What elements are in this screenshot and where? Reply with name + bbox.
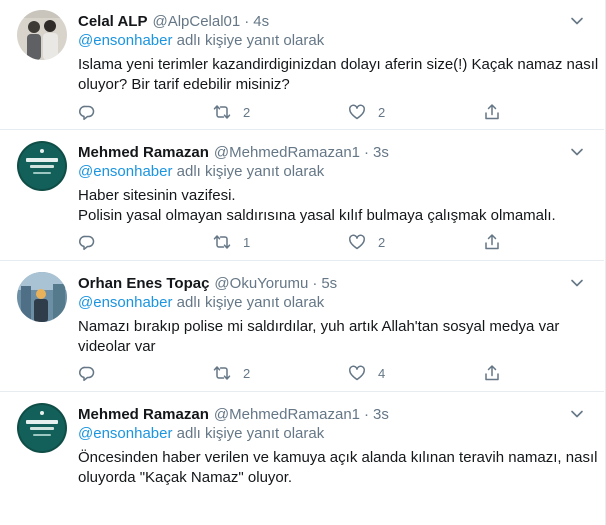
separator-dot: · [244, 12, 250, 30]
reply-context: @ensonhaber adlı kişiye yanıt olarak [78, 294, 324, 311]
tweet-text-line: videolar var [78, 338, 156, 355]
reply-button[interactable] [78, 232, 108, 252]
mention-link[interactable]: @ensonhaber [78, 425, 172, 442]
reply-context-label: adlı kişiye yanıt olarak [176, 163, 325, 180]
separator-dot: · [364, 143, 370, 161]
timestamp[interactable]: 5s [321, 275, 337, 292]
tweet[interactable]: Mehmed Ramazan @MehmedRamazan1 · 3s @ens… [0, 131, 604, 261]
reply-icon [79, 366, 95, 382]
display-name[interactable]: Mehmed Ramazan [78, 144, 209, 161]
user-handle[interactable]: @MehmedRamazan1 [214, 144, 360, 161]
reply-context: @ensonhaber adlı kişiye yanıt olarak [78, 32, 324, 49]
separator-dot: · [364, 405, 370, 423]
tweet-header: Mehmed Ramazan @MehmedRamazan1 · 3s [78, 141, 389, 163]
share-icon [485, 234, 499, 250]
user-handle[interactable]: @AlpCelal01 [152, 13, 240, 30]
avatar[interactable] [17, 10, 67, 60]
tweet-actions: 2 4 [78, 363, 508, 383]
reply-context: @ensonhaber adlı kişiye yanıt olarak [78, 425, 324, 442]
avatar[interactable] [17, 141, 67, 191]
tweet[interactable]: Orhan Enes Topaç @OkuYorumu · 5s @ensonh… [0, 262, 604, 392]
avatar[interactable] [17, 272, 67, 322]
like-icon [349, 234, 365, 250]
tweet[interactable]: Celal ALP @AlpCelal01 · 4s @ensonhaber a… [0, 0, 604, 130]
retweet-icon [213, 105, 231, 119]
like-icon [349, 104, 365, 120]
mention-link[interactable]: @ensonhaber [78, 294, 172, 311]
mention-link[interactable]: @ensonhaber [78, 32, 172, 49]
tweet-text-line: Öncesinden haber verilen ve kamuya açık … [78, 449, 598, 466]
tweet-actions: 2 2 [78, 102, 508, 122]
retweet-button[interactable]: 2 [213, 102, 250, 122]
like-icon [349, 365, 365, 381]
tweet-text: Öncesinden haber verilen ve kamuya açık … [78, 448, 598, 488]
reply-icon [79, 235, 95, 251]
like-count: 2 [378, 234, 386, 250]
tweet-text: Islama yeni terimler kazandirdiginizdan … [78, 55, 599, 95]
tweet-text-line: Namazı bırakıp polise mi saldırdılar, yu… [78, 318, 560, 335]
share-button[interactable] [483, 363, 501, 383]
like-button[interactable]: 2 [348, 232, 385, 252]
tweet-actions: 1 2 [78, 232, 508, 252]
reply-context: @ensonhaber adlı kişiye yanıt olarak [78, 163, 324, 180]
tweet-header: Mehmed Ramazan @MehmedRamazan1 · 3s [78, 403, 389, 425]
avatar[interactable] [17, 403, 67, 453]
like-button[interactable]: 4 [348, 363, 385, 383]
tweet-text: Namazı bırakıp polise mi saldırdılar, yu… [78, 317, 588, 357]
retweet-icon [213, 235, 231, 249]
reply-context-label: adlı kişiye yanıt olarak [176, 32, 325, 49]
retweet-count: 2 [243, 104, 251, 120]
tweet-text-line: Islama yeni terimler kazandirdiginizdan … [78, 56, 599, 73]
like-count: 2 [378, 104, 386, 120]
retweet-button[interactable]: 1 [213, 232, 250, 252]
retweet-count: 1 [243, 234, 251, 250]
separator-dot: · [312, 274, 318, 292]
like-count: 4 [378, 365, 386, 381]
share-icon [485, 365, 499, 381]
retweet-button[interactable]: 2 [213, 363, 250, 383]
reply-feed: Celal ALP @AlpCelal01 · 4s @ensonhaber a… [0, 0, 606, 525]
tweet[interactable]: Mehmed Ramazan @MehmedRamazan1 · 3s @ens… [0, 393, 604, 525]
retweet-icon [213, 366, 231, 380]
tweet-text: Haber sitesinin vazifesi. Polisin yasal … [78, 186, 588, 226]
user-handle[interactable]: @MehmedRamazan1 [214, 406, 360, 423]
tweet-header: Orhan Enes Topaç @OkuYorumu · 5s [78, 272, 337, 294]
tweet-text-line: Polisin yasal olmayan saldırısına yasal … [78, 207, 556, 224]
display-name[interactable]: Celal ALP [78, 13, 147, 30]
reply-context-label: adlı kişiye yanıt olarak [176, 425, 325, 442]
tweet-text-line: oluyor? Bir tarif edebilir misiniz? [78, 76, 290, 93]
reply-icon [79, 105, 95, 121]
timestamp[interactable]: 3s [373, 144, 389, 161]
display-name[interactable]: Orhan Enes Topaç [78, 275, 209, 292]
tweet-header: Celal ALP @AlpCelal01 · 4s [78, 10, 269, 32]
display-name[interactable]: Mehmed Ramazan [78, 406, 209, 423]
share-button[interactable] [483, 102, 501, 122]
caret-down-icon[interactable] [568, 405, 586, 423]
caret-down-icon[interactable] [568, 274, 586, 292]
share-button[interactable] [483, 232, 501, 252]
share-icon [485, 104, 499, 120]
reply-button[interactable] [78, 102, 108, 122]
caret-down-icon[interactable] [568, 12, 586, 30]
like-button[interactable]: 2 [348, 102, 385, 122]
retweet-count: 2 [243, 365, 251, 381]
timestamp[interactable]: 4s [253, 13, 269, 30]
mention-link[interactable]: @ensonhaber [78, 163, 172, 180]
tweet-text-line: Haber sitesinin vazifesi. [78, 187, 236, 204]
timestamp[interactable]: 3s [373, 406, 389, 423]
tweet-text-line: oluyorda "Kaçak Namaz" oluyor. [78, 469, 293, 486]
user-handle[interactable]: @OkuYorumu [214, 275, 308, 292]
caret-down-icon[interactable] [568, 143, 586, 161]
reply-button[interactable] [78, 363, 108, 383]
reply-context-label: adlı kişiye yanıt olarak [176, 294, 325, 311]
